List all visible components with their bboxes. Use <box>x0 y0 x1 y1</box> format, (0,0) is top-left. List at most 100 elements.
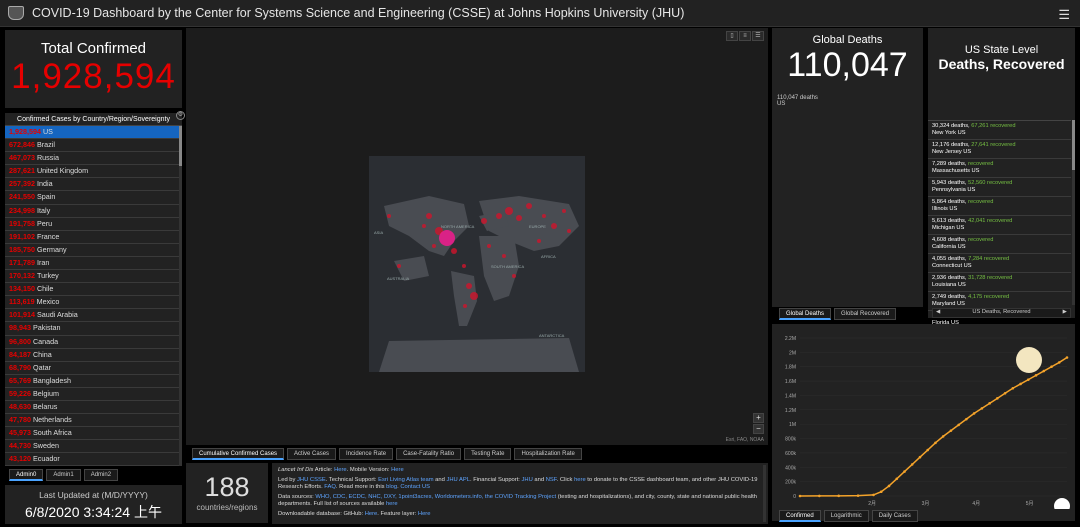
legend-icon[interactable]: ≡ <box>739 31 751 41</box>
us-state-row[interactable]: 7,289 deaths, recovered Massachusetts US <box>928 159 1071 178</box>
data-point[interactable] <box>988 402 991 405</box>
case-marker[interactable] <box>551 223 557 229</box>
case-marker[interactable] <box>481 218 487 224</box>
case-marker[interactable] <box>422 224 426 228</box>
case-marker[interactable] <box>505 207 513 215</box>
case-marker[interactable] <box>387 214 391 218</box>
data-point[interactable] <box>798 494 802 498</box>
tab[interactable]: Daily Cases <box>871 510 918 522</box>
case-marker[interactable] <box>487 244 491 248</box>
data-point[interactable] <box>895 477 899 481</box>
case-marker[interactable] <box>462 264 466 268</box>
data-point[interactable] <box>879 490 883 493</box>
case-marker[interactable] <box>562 209 566 213</box>
data-point[interactable] <box>965 417 968 421</box>
hamburger-menu-icon[interactable]: ☰ <box>1058 7 1070 23</box>
nsf-link[interactable]: NSF <box>546 477 557 483</box>
data-point[interactable] <box>1042 369 1046 373</box>
country-row[interactable]: 234,998 Italy <box>5 205 179 218</box>
tab[interactable]: Admin2 <box>83 469 119 481</box>
case-marker[interactable] <box>451 248 457 254</box>
case-marker[interactable] <box>516 215 522 221</box>
tab[interactable]: Global Deaths <box>779 308 832 320</box>
data-point[interactable] <box>872 493 875 497</box>
data-point[interactable] <box>1027 378 1030 381</box>
event-badge-icon[interactable] <box>1016 347 1042 373</box>
tab[interactable]: Admin0 <box>9 469 44 481</box>
data-point[interactable] <box>996 397 999 400</box>
country-row[interactable]: 101,914 Saudi Arabia <box>5 309 179 323</box>
tab[interactable]: Case-Fatality Ratio <box>396 448 462 460</box>
data-point[interactable] <box>1019 382 1022 386</box>
sources-list-link[interactable]: here <box>386 501 398 507</box>
case-marker[interactable] <box>466 283 472 289</box>
us-state-row[interactable]: 4,608 deaths, recovered California US <box>928 235 1071 254</box>
country-row[interactable]: 44,730 Sweden <box>5 440 179 454</box>
us-state-scrollbar[interactable] <box>1072 120 1075 305</box>
data-point[interactable] <box>941 435 945 438</box>
jhu-csse-link[interactable]: JHU CSSE <box>297 477 326 483</box>
country-row[interactable]: 241,550 Spain <box>5 191 179 205</box>
country-row[interactable]: 171,789 Iran <box>5 257 179 271</box>
us-state-row[interactable]: 5,943 deaths, 52,560 recovered Pennsylvan… <box>928 178 1071 197</box>
prev-arrow-icon[interactable]: ◀ <box>936 309 940 315</box>
country-row[interactable]: 84,187 China <box>5 349 179 362</box>
us-state-row[interactable]: 4,055 deaths, 7,284 recovered Connecticut… <box>928 254 1071 273</box>
data-point[interactable] <box>903 470 906 473</box>
us-state-row[interactable]: 5,613 deaths, 42,041 recovered Michigan U… <box>928 216 1071 235</box>
data-point[interactable] <box>934 441 937 445</box>
country-row[interactable]: 65,769 Bangladesh <box>5 375 179 388</box>
world-map[interactable]: ▯ ≡ ☰ NORTH AMERICA ASIA EUROPE AFRICA S… <box>186 28 768 445</box>
data-sources-link[interactable]: WHO, CDC, ECDC, NHC, DXY, 1point3acres, … <box>315 494 556 500</box>
case-marker[interactable] <box>512 274 516 278</box>
settings-icon[interactable]: ⚙ <box>176 111 185 120</box>
case-marker[interactable] <box>526 203 532 209</box>
country-row[interactable]: 1,928,594 US <box>5 126 179 140</box>
us-state-row[interactable]: 30,324 deaths, 67,261 recovered New York … <box>928 121 1071 140</box>
data-point[interactable] <box>1011 386 1015 390</box>
faq-link[interactable]: FAQ <box>324 484 336 490</box>
country-row[interactable]: 287,621 United Kingdom <box>5 165 179 179</box>
country-row[interactable]: 191,758 Peru <box>5 218 179 231</box>
jhu-link[interactable]: JHU <box>522 477 533 483</box>
case-marker[interactable] <box>496 213 502 219</box>
tab[interactable]: Logarithmic <box>823 510 869 522</box>
tab[interactable]: Global Recovered <box>834 308 897 320</box>
country-list-scrollbar[interactable] <box>179 126 182 466</box>
data-point[interactable] <box>856 494 860 497</box>
tab[interactable]: Incidence Rate <box>339 448 394 460</box>
data-point[interactable] <box>926 448 929 452</box>
case-marker[interactable] <box>426 213 432 219</box>
case-marker[interactable] <box>567 229 571 233</box>
map-canvas[interactable]: NORTH AMERICA ASIA EUROPE AFRICA SOUTH A… <box>369 156 585 372</box>
country-row[interactable]: 59,226 Belgium <box>5 388 179 401</box>
data-point[interactable] <box>1003 392 1007 395</box>
country-row[interactable]: 45,973 South Africa <box>5 427 179 441</box>
country-row[interactable]: 170,132 Turkey <box>5 270 179 284</box>
bookmark-icon[interactable]: ▯ <box>726 31 738 41</box>
data-point[interactable] <box>1057 361 1061 364</box>
country-row[interactable]: 68,790 Qatar <box>5 362 179 375</box>
contact-link[interactable]: Contact US <box>400 484 430 490</box>
article-link[interactable]: Here <box>334 467 347 473</box>
basemap-list-icon[interactable]: ☰ <box>752 31 764 41</box>
data-point[interactable] <box>1034 374 1038 377</box>
tab[interactable]: Cumulative Confirmed Cases <box>192 448 285 460</box>
case-marker[interactable] <box>397 264 401 268</box>
us-state-row[interactable]: 2,936 deaths, 31,728 recovered Louisiana … <box>928 273 1071 292</box>
data-point[interactable] <box>818 494 821 498</box>
donate-link[interactable]: here <box>574 477 586 483</box>
case-marker[interactable] <box>463 304 467 308</box>
zoom-out-button[interactable]: − <box>753 424 764 434</box>
data-point[interactable] <box>972 412 976 415</box>
data-point[interactable] <box>887 484 891 488</box>
country-row[interactable]: 467,073 Russia <box>5 152 179 166</box>
tab[interactable]: Active Cases <box>287 448 337 460</box>
country-row[interactable]: 134,150 Chile <box>5 283 179 297</box>
case-marker[interactable] <box>502 254 506 258</box>
data-point[interactable] <box>949 429 953 432</box>
tab[interactable]: Confirmed <box>779 510 821 522</box>
esri-link[interactable]: Esri Living Atlas team <box>378 477 433 483</box>
map-attribution[interactable]: Esri, FAO, NOAA <box>726 437 764 443</box>
country-row[interactable]: 672,846 Brazil <box>5 139 179 153</box>
